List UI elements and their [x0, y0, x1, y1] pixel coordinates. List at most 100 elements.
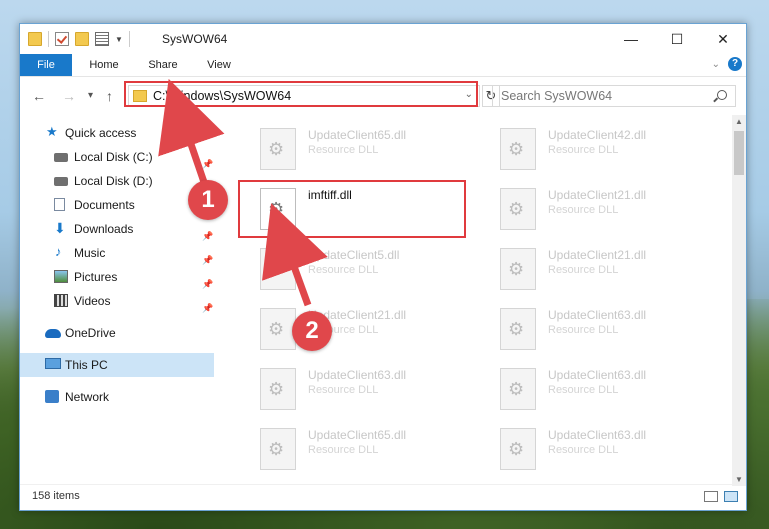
- status-bar: 158 items: [20, 484, 746, 510]
- vertical-scrollbar[interactable]: ▲ ▼: [732, 115, 746, 486]
- file-name: UpdateClient5.dll: [308, 248, 400, 262]
- dll-file-icon: [260, 308, 296, 350]
- file-highlight: [238, 180, 466, 238]
- file-name: UpdateClient63.dll: [548, 368, 647, 382]
- computer-icon: [45, 358, 61, 369]
- download-arrow-icon: ⬇: [54, 220, 66, 236]
- file-name: UpdateClient65.dll: [308, 428, 407, 442]
- sidebar-item-label: Pictures: [74, 270, 118, 284]
- dll-file-icon: [500, 308, 536, 350]
- sidebar-item-local-disk-c[interactable]: Local Disk (C:) 📌: [20, 145, 214, 169]
- dll-file-icon: [500, 368, 536, 410]
- file-name: UpdateClient63.dll: [308, 368, 407, 382]
- properties-check-icon[interactable]: [55, 32, 69, 46]
- dll-file-icon: [260, 428, 296, 470]
- sidebar-item-documents[interactable]: Documents: [20, 193, 214, 217]
- network-icon: [45, 390, 59, 403]
- back-button[interactable]: ←: [32, 88, 46, 104]
- close-button[interactable]: ✕: [700, 24, 746, 54]
- sidebar-item-label: Documents: [74, 198, 135, 212]
- file-name: UpdateClient21.dll: [548, 248, 647, 262]
- quick-access-toolbar: ▼: [28, 31, 130, 47]
- details-view-icon[interactable]: [704, 491, 718, 502]
- file-item[interactable]: UpdateClient63.dll Resource DLL: [500, 425, 730, 483]
- file-name: UpdateClient65.dll: [308, 128, 407, 142]
- tab-file[interactable]: File: [20, 54, 72, 76]
- file-item[interactable]: UpdateClient5.dll Resource DLL: [260, 245, 490, 303]
- search-placeholder: Search SysWOW64: [501, 89, 613, 103]
- file-type: Resource DLL: [308, 264, 379, 276]
- minimize-button[interactable]: —: [608, 24, 654, 54]
- file-name: UpdateClient42.dll: [548, 128, 647, 142]
- search-input[interactable]: Search SysWOW64: [492, 85, 736, 107]
- folder-icon: [28, 32, 42, 46]
- large-icons-view-icon[interactable]: [724, 491, 738, 502]
- dll-file-icon: [500, 428, 536, 470]
- file-item[interactable]: UpdateClient65.dll Resource DLL: [260, 425, 490, 483]
- file-type: Resource DLL: [308, 444, 379, 456]
- scroll-down-arrow-icon[interactable]: ▼: [735, 475, 743, 484]
- file-item[interactable]: UpdateClient63.dll Resource DLL: [500, 305, 730, 363]
- toolbar-divider: [128, 31, 130, 47]
- sidebar-item-videos[interactable]: Videos 📌: [20, 289, 214, 313]
- drive-icon: [54, 177, 68, 186]
- file-item[interactable]: UpdateClient63.dll Resource DLL: [260, 365, 490, 423]
- item-count: 158 items: [32, 490, 80, 502]
- sidebar-item-this-pc[interactable]: This PC: [20, 353, 214, 377]
- ribbon-tabs: File Home Share View ⌄ ?: [20, 54, 746, 77]
- dll-file-icon: [500, 248, 536, 290]
- file-type: Resource DLL: [548, 444, 619, 456]
- file-name: UpdateClient63.dll: [548, 428, 647, 442]
- file-name: UpdateClient63.dll: [548, 308, 647, 322]
- file-type: Resource DLL: [548, 384, 619, 396]
- file-item[interactable]: UpdateClient21.dll Resource DLL: [500, 245, 730, 303]
- forward-button[interactable]: →: [62, 88, 76, 104]
- sidebar-item-label: Quick access: [65, 126, 137, 140]
- scroll-up-arrow-icon[interactable]: ▲: [735, 117, 743, 126]
- maximize-button[interactable]: ☐: [654, 24, 700, 54]
- file-type: Resource DLL: [548, 324, 619, 336]
- title-bar: ▼ SysWOW64 — ☐ ✕: [20, 24, 746, 54]
- tab-view[interactable]: View: [198, 54, 240, 76]
- sidebar-item-pictures[interactable]: Pictures 📌: [20, 265, 214, 289]
- film-icon: [54, 294, 68, 307]
- help-icon[interactable]: ?: [728, 57, 742, 71]
- file-type: Resource DLL: [548, 264, 619, 276]
- dll-file-icon: [260, 248, 296, 290]
- properties-icon[interactable]: [95, 32, 109, 46]
- file-type: Resource DLL: [548, 204, 619, 216]
- tab-home[interactable]: Home: [82, 54, 126, 76]
- dll-file-icon: [260, 368, 296, 410]
- recent-locations-chevron-icon[interactable]: ▾: [88, 90, 93, 101]
- file-type: Resource DLL: [308, 144, 379, 156]
- sidebar-item-network[interactable]: Network: [20, 385, 214, 409]
- sidebar-item-quick-access[interactable]: ★ Quick access: [20, 121, 214, 145]
- sidebar-item-label: Network: [65, 390, 110, 404]
- file-item[interactable]: UpdateClient21.dll Resource DLL: [500, 185, 730, 243]
- sidebar-item-local-disk-d[interactable]: Local Disk (D:): [20, 169, 214, 193]
- view-toggle: [704, 491, 738, 502]
- music-note-icon: ♪: [55, 244, 62, 259]
- search-icon[interactable]: [717, 90, 727, 100]
- sidebar-item-music[interactable]: ♪ Music 📌: [20, 241, 214, 265]
- dll-file-icon: [500, 188, 536, 230]
- sidebar-item-label: Local Disk (C:): [74, 150, 153, 164]
- sidebar-item-label: Local Disk (D:): [74, 174, 153, 188]
- file-item[interactable]: UpdateClient42.dll Resource DLL: [500, 125, 730, 183]
- scrollbar-thumb[interactable]: [734, 131, 744, 175]
- document-icon: [54, 198, 65, 211]
- sidebar-item-onedrive[interactable]: OneDrive: [20, 321, 214, 345]
- up-button[interactable]: ↑: [106, 88, 113, 104]
- pin-icon[interactable]: 📌: [202, 296, 213, 320]
- step-badge-2: 2: [292, 311, 332, 351]
- sidebar-item-downloads[interactable]: ⬇ Downloads 📌: [20, 217, 214, 241]
- file-item[interactable]: UpdateClient65.dll Resource DLL: [260, 125, 490, 183]
- expand-ribbon-chevron-icon[interactable]: ⌄: [712, 59, 720, 70]
- sidebar-item-label: OneDrive: [65, 326, 116, 340]
- tab-share[interactable]: Share: [140, 54, 186, 76]
- file-type: Resource DLL: [308, 384, 379, 396]
- star-icon: ★: [46, 124, 58, 139]
- customize-toolbar-chevron-icon[interactable]: ▼: [115, 35, 123, 44]
- file-item[interactable]: UpdateClient63.dll Resource DLL: [500, 365, 730, 423]
- new-folder-icon[interactable]: [75, 32, 89, 46]
